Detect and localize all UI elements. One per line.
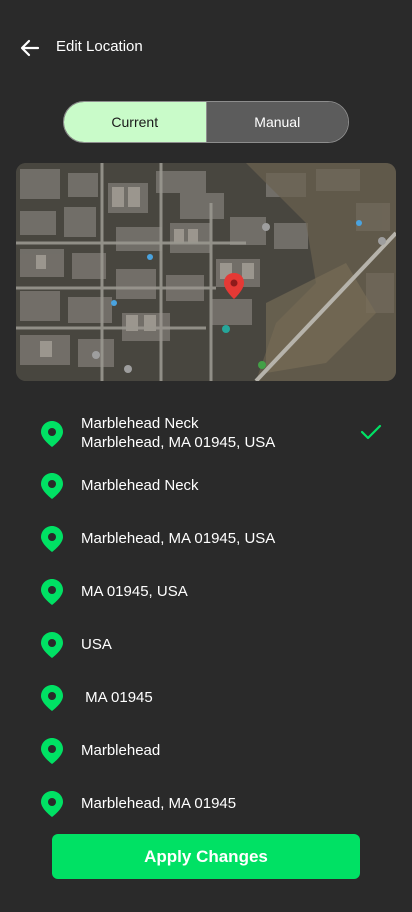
location-option-1-line1: Marblehead Neck [81,415,199,432]
location-option-1-line2: Marblehead, MA 01945, USA [81,434,276,451]
map-pin-icon [41,632,63,658]
location-option-5-label: USA [81,636,112,653]
location-option-8-label: Marblehead, MA 01945 [81,795,237,812]
location-option-5[interactable]: USA [0,619,412,672]
location-option-1[interactable]: Marblehead Neck Marblehead, MA 01945, US… [0,405,412,458]
map-pin-icon [41,421,63,447]
location-option-6[interactable]: MA 01945 [0,672,412,725]
header: Edit Location [0,0,412,96]
checkmark-icon [360,424,382,440]
map-pin-icon [41,579,63,605]
location-option-2-label: Marblehead Neck [81,477,199,494]
location-option-7-label: Marblehead [81,742,161,759]
page-title: Edit Location [56,38,143,55]
map-pin-icon [41,791,63,817]
map-pin-icon [41,526,63,552]
location-option-8[interactable]: Marblehead, MA 01945 [0,778,412,831]
location-option-6-label: MA 01945 [81,689,153,706]
location-mode-toggle: Current Manual [63,101,349,143]
apply-changes-button[interactable]: Apply Changes [52,834,360,879]
location-option-2[interactable]: Marblehead Neck [0,460,412,513]
tab-manual[interactable]: Manual [205,102,348,142]
map-pin-icon [41,738,63,764]
map-pin-icon [41,685,63,711]
tab-current[interactable]: Current [64,102,206,142]
location-option-3[interactable]: Marblehead, MA 01945, USA [0,513,412,566]
back-button[interactable] [16,34,44,62]
location-option-7[interactable]: Marblehead [0,725,412,778]
location-option-3-label: Marblehead, MA 01945, USA [81,530,276,547]
map-pin-icon [41,473,63,499]
arrow-left-icon [20,39,40,57]
location-option-4[interactable]: MA 01945, USA [0,566,412,619]
location-option-4-label: MA 01945, USA [81,583,188,600]
location-map[interactable] [16,163,396,381]
